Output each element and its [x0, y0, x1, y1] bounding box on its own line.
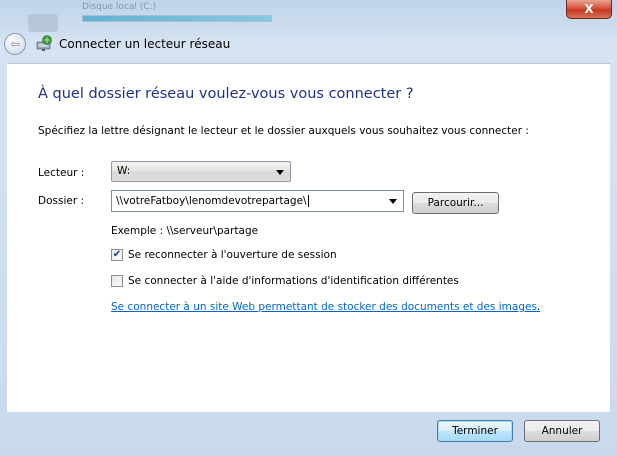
title-bar: ⇦ Connecter un lecteur réseau — [0, 31, 617, 57]
instructions-text: Spécifiez la lettre désignant le lecteur… — [38, 125, 529, 137]
back-button[interactable]: ⇦ — [4, 33, 26, 55]
text-caret — [307, 195, 309, 207]
folder-input-value: \\votreFatboy\lenomdevotrepartage\ — [116, 195, 309, 207]
cancel-button[interactable]: Annuler — [524, 420, 600, 442]
reconnect-checkbox-row[interactable]: ✔ Se reconnecter à l'ouverture de sessio… — [111, 249, 337, 261]
drive-label: Lecteur : — [38, 167, 85, 179]
page-title: À quel dossier réseau voulez-vous vous c… — [38, 86, 414, 102]
browse-button[interactable]: Parcourir... — [412, 192, 499, 214]
dialog-content: À quel dossier réseau voulez-vous vous c… — [7, 63, 610, 412]
background-drive-icon — [28, 14, 58, 32]
credentials-checkbox[interactable] — [111, 275, 123, 287]
drive-select-value: W: — [117, 165, 131, 177]
close-button[interactable]: X — [566, 0, 612, 19]
example-text: Exemple : \\serveur\partage — [111, 225, 259, 237]
finish-button[interactable]: Terminer — [437, 420, 513, 442]
credentials-label: Se connecter à l'aide d'informations d'i… — [128, 275, 459, 287]
drive-select[interactable]: W: — [111, 161, 291, 182]
reconnect-checkbox[interactable]: ✔ — [111, 249, 123, 261]
close-icon: X — [584, 2, 594, 16]
link-suffix: . — [536, 301, 541, 313]
reconnect-label: Se reconnecter à l'ouverture de session — [128, 249, 337, 261]
chevron-down-icon — [276, 170, 284, 175]
folder-input[interactable]: \\votreFatboy\lenomdevotrepartage\ — [111, 190, 404, 212]
chevron-down-icon — [389, 199, 397, 204]
folder-label: Dossier : — [38, 195, 85, 207]
background-progress-bar — [82, 15, 272, 22]
back-arrow-icon: ⇦ — [9, 37, 21, 51]
credentials-checkbox-row[interactable]: Se connecter à l'aide d'informations d'i… — [111, 275, 459, 287]
network-drive-icon — [36, 35, 52, 51]
window-title: Connecter un lecteur réseau — [59, 37, 231, 51]
window-frame: Disque local (C:) X ⇦ Connecter un lecte… — [0, 0, 617, 456]
web-storage-link[interactable]: Se connecter à un site Web permettant de… — [111, 301, 540, 313]
background-window-title: Disque local (C:) — [82, 2, 157, 12]
